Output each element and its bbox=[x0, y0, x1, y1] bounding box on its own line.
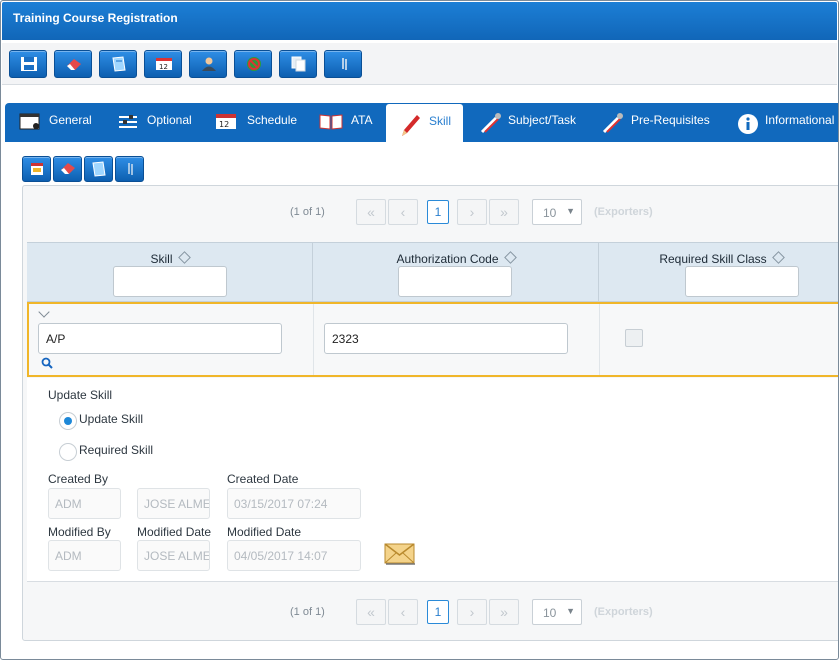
no-entry-button[interactable] bbox=[234, 50, 272, 78]
window-icon bbox=[19, 113, 40, 130]
current-page-button[interactable]: 1 bbox=[427, 200, 449, 224]
page-size-select[interactable]: 10 ▼ bbox=[532, 199, 582, 225]
modified-by-code-field: ADM bbox=[48, 540, 121, 571]
exporters-link[interactable]: (Exporters) bbox=[594, 606, 653, 618]
paperclip-icon bbox=[128, 163, 133, 175]
created-date-field: 03/15/2017 07:24 bbox=[227, 488, 361, 519]
prev-page-button[interactable]: ‹ bbox=[388, 599, 418, 625]
tools-icon bbox=[602, 113, 623, 134]
floppy-disk-icon bbox=[21, 57, 37, 71]
next-page-button[interactable]: › bbox=[457, 199, 487, 225]
tab-optional[interactable]: Optional bbox=[113, 103, 203, 142]
search-icon[interactable] bbox=[41, 357, 53, 369]
copy-pages-icon bbox=[291, 56, 306, 72]
eraser-icon bbox=[67, 59, 81, 70]
skill-grid: (1 of 1) « ‹ 1 › » 10 ▼ (Exporters) Skill… bbox=[22, 185, 838, 641]
tab-bar: General Optional 12 Schedule ATA Skill S… bbox=[5, 103, 838, 143]
grid-header: Skill Authorization Code Required Skill … bbox=[27, 242, 838, 302]
required-skill-radio[interactable] bbox=[59, 443, 77, 461]
no-entry-icon bbox=[247, 57, 261, 71]
next-page-button[interactable]: › bbox=[457, 599, 487, 625]
tab-subject-task[interactable]: Subject/Task bbox=[471, 103, 591, 142]
calendar-icon: 12 bbox=[216, 114, 236, 129]
created-by-code-field: ADM bbox=[48, 488, 121, 519]
column-header-skill[interactable]: Skill bbox=[27, 243, 313, 301]
row-attachment-button[interactable] bbox=[115, 156, 144, 182]
eraser-icon bbox=[61, 163, 75, 174]
page-size-select[interactable]: 10 ▼ bbox=[532, 599, 582, 625]
copy-button[interactable] bbox=[279, 50, 317, 78]
title-bar: Training Course Registration bbox=[2, 2, 837, 40]
last-page-button[interactable]: » bbox=[489, 599, 519, 625]
update-skill-radio[interactable] bbox=[59, 412, 77, 430]
row-detail-panel: Update Skill Update Skill Required Skill… bbox=[27, 378, 838, 582]
svg-text:12: 12 bbox=[159, 63, 168, 71]
calendar-icon: 12 bbox=[156, 58, 172, 71]
notepad-edit-icon bbox=[112, 56, 126, 72]
user-icon bbox=[202, 57, 216, 71]
main-toolbar: 12 bbox=[2, 43, 837, 85]
first-page-button[interactable]: « bbox=[356, 199, 386, 225]
tools-icon bbox=[480, 113, 501, 134]
info-icon bbox=[738, 114, 758, 134]
required-skill-class-checkbox[interactable] bbox=[625, 329, 643, 347]
tab-skill[interactable]: Skill bbox=[386, 104, 463, 143]
book-icon bbox=[319, 114, 343, 130]
pager-bottom: (1 of 1) « ‹ 1 › » 10 ▼ (Exporters) bbox=[23, 586, 838, 638]
chevron-down-icon: ▼ bbox=[566, 606, 575, 616]
update-skill-section-label: Update Skill bbox=[48, 388, 113, 402]
envelope-icon[interactable] bbox=[384, 542, 416, 566]
skill-input[interactable]: A/P bbox=[38, 323, 282, 354]
tab-schedule[interactable]: 12 Schedule bbox=[211, 103, 311, 142]
chevron-down-icon: ▼ bbox=[566, 206, 575, 216]
row-edit-button[interactable] bbox=[84, 156, 113, 182]
modified-by-name-field: JOSE ALMEI bbox=[137, 540, 210, 571]
save-button[interactable] bbox=[9, 50, 47, 78]
prev-page-button[interactable]: ‹ bbox=[388, 199, 418, 225]
page-count: (1 of 1) bbox=[290, 206, 325, 218]
tab-ata[interactable]: ATA bbox=[315, 103, 385, 142]
tab-pre-requisites[interactable]: Pre-Requisites bbox=[597, 103, 727, 142]
new-row-button[interactable] bbox=[22, 156, 51, 182]
pager-top: (1 of 1) « ‹ 1 › » 10 ▼ (Exporters) bbox=[23, 186, 838, 238]
exporters-link[interactable]: (Exporters) bbox=[594, 206, 653, 218]
authorization-code-filter-input[interactable] bbox=[398, 266, 512, 297]
calendar-button[interactable]: 12 bbox=[144, 50, 182, 78]
window-title: Training Course Registration bbox=[13, 11, 178, 25]
column-header-authorization-code[interactable]: Authorization Code bbox=[313, 243, 599, 301]
user-button[interactable] bbox=[189, 50, 227, 78]
sliders-icon bbox=[119, 115, 137, 128]
row-eraser-button[interactable] bbox=[53, 156, 82, 182]
page-count: (1 of 1) bbox=[290, 606, 325, 618]
sort-icon[interactable] bbox=[771, 251, 785, 264]
modified-date-field: 04/05/2017 14:07 bbox=[227, 540, 361, 571]
attachment-button[interactable] bbox=[324, 50, 362, 78]
row-expand-chevron[interactable] bbox=[38, 306, 50, 318]
first-page-button[interactable]: « bbox=[356, 599, 386, 625]
paperclip-icon bbox=[342, 58, 347, 70]
edit-button[interactable] bbox=[99, 50, 137, 78]
notepad-edit-icon bbox=[92, 161, 106, 177]
app-window: Training Course Registration 12 General … bbox=[0, 0, 839, 660]
last-page-button[interactable]: » bbox=[489, 199, 519, 225]
table-row: A/P 2323 bbox=[27, 302, 838, 377]
created-by-name-field: JOSE ALMEI bbox=[137, 488, 210, 519]
tab-general[interactable]: General bbox=[15, 103, 105, 142]
sort-icon[interactable] bbox=[503, 251, 517, 264]
eraser-button[interactable] bbox=[54, 50, 92, 78]
pen-icon bbox=[402, 115, 420, 136]
sort-icon[interactable] bbox=[177, 251, 191, 264]
svg-text:12: 12 bbox=[219, 120, 229, 129]
authorization-code-input[interactable]: 2323 bbox=[324, 323, 568, 354]
new-record-icon bbox=[31, 163, 43, 175]
current-page-button[interactable]: 1 bbox=[427, 600, 449, 624]
required-skill-class-filter-input[interactable] bbox=[685, 266, 799, 297]
tab-informational[interactable]: Informational bbox=[733, 103, 838, 142]
skill-filter-input[interactable] bbox=[113, 266, 227, 297]
column-header-required-skill-class[interactable]: Required Skill Class bbox=[599, 243, 838, 301]
